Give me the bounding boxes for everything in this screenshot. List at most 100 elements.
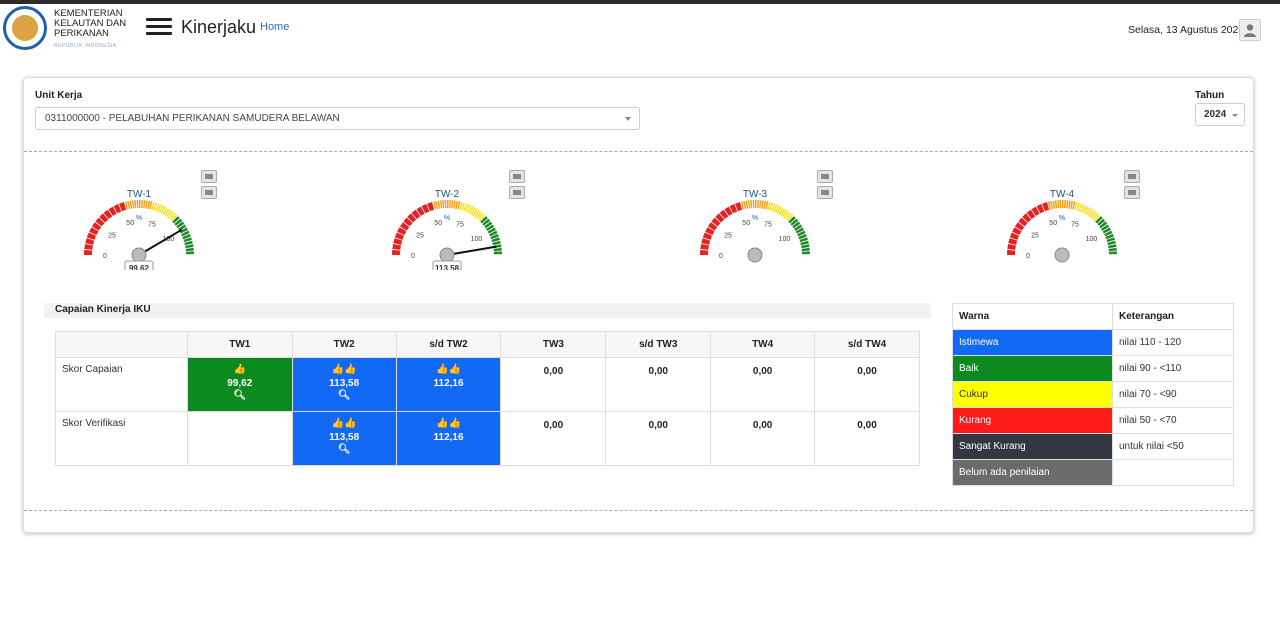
iku-score-value: 0,00: [752, 420, 773, 431]
gauge-tick-label: 75: [1071, 222, 1079, 229]
gauge-4: 0 25 50 75 100% TW-4: [987, 170, 1147, 270]
print-icon[interactable]: [1124, 170, 1140, 183]
thumbs-up-icon: 👍👍: [331, 418, 357, 429]
iku-score-cell: 0,00: [500, 411, 607, 466]
tahun-select[interactable]: 2024: [1195, 103, 1245, 126]
gauge-value: 113.58: [435, 264, 460, 270]
iku-score-cell: 0,00: [814, 411, 920, 466]
user-avatar[interactable]: [1239, 19, 1261, 41]
iku-score-value: 112,16: [433, 378, 464, 389]
search-icon[interactable]: 🔍︎: [188, 390, 292, 401]
iku-score-cell: 0,00: [500, 357, 607, 412]
iku-col-header: TW4: [710, 331, 816, 358]
iku-score-value: 113,58: [329, 378, 360, 389]
gauge-tick-label: 0: [1026, 253, 1030, 260]
iku-score-cell: [186, 411, 293, 466]
iku-score-cell[interactable]: 👍👍 112,16: [395, 411, 502, 466]
iku-score-value: 99,62: [227, 378, 253, 389]
menu-toggle-icon[interactable]: [146, 18, 172, 36]
iku-score-cell[interactable]: 👍👍 112,16: [395, 357, 502, 412]
iku-col-header: [55, 331, 188, 358]
legend-row: Istimewa nilai 110 - 120: [952, 329, 1234, 356]
gauge-actions: [817, 170, 840, 202]
gauge-tick-label: 25: [416, 232, 424, 239]
iku-row: Skor Capaian 👍 99,62 🔍︎ 👍👍 113,58 🔍︎ 👍👍 112,16 0,…: [55, 357, 920, 412]
gauge-1: 0 25 50 75 100% TW-1 99.62: [64, 170, 224, 270]
iku-score-cell[interactable]: 👍👍 113,58 🔍︎: [291, 411, 397, 466]
org-name: KEMENTERIAN KELAUTAN DAN PERIKANAN REPUB…: [54, 9, 126, 51]
iku-score-cell[interactable]: 👍👍 113,58 🔍︎: [291, 357, 397, 412]
iku-score-cell: 0,00: [814, 357, 920, 412]
iku-col-header: s/d TW2: [395, 331, 502, 358]
tahun-label: Tahun: [1195, 90, 1225, 101]
gauge-tick-label: 25: [1031, 232, 1039, 239]
gauge-2: 0 25 50 75 100% TW-2 113.58: [372, 170, 532, 270]
breadcrumb-home-link[interactable]: Home: [260, 21, 289, 33]
unit-kerja-label: Unit Kerja: [35, 90, 83, 101]
thumbs-up-icon: 👍👍: [436, 364, 461, 375]
gauge-needle: [446, 245, 497, 256]
download-icon[interactable]: [1124, 186, 1140, 199]
app-header: KEMENTERIAN KELAUTAN DAN PERIKANAN REPUB…: [0, 4, 1280, 54]
legend-row: Kurang nilai 50 - <70: [952, 407, 1234, 434]
iku-col-header: TW3: [500, 331, 607, 358]
gauge-hub: [131, 247, 147, 263]
gauge-title: TW-3: [743, 189, 768, 200]
print-icon[interactable]: [509, 170, 525, 183]
download-icon[interactable]: [509, 186, 525, 199]
iku-score-cell: 0,00: [710, 357, 816, 412]
legend-color-swatch: Cukup: [952, 381, 1113, 408]
search-icon[interactable]: 🔍︎: [293, 444, 396, 455]
gauge-title: TW-4: [1050, 189, 1075, 200]
iku-row-label: Skor Capaian: [55, 357, 188, 412]
legend-header-keterangan: Keterangan: [1112, 303, 1234, 330]
tahun-value: 2024: [1204, 109, 1227, 120]
gauge-tick-label: 0: [719, 253, 723, 260]
print-icon[interactable]: [817, 170, 833, 183]
print-icon[interactable]: [201, 170, 217, 183]
gauge-title: TW-2: [435, 189, 460, 200]
org-subtitle: REPUBLIK INDONESIA: [54, 43, 117, 49]
legend-header-warna: Warna: [952, 303, 1113, 330]
iku-score-value: 113,58: [329, 432, 360, 443]
legend-color-swatch: Baik: [952, 355, 1113, 382]
gauge-actions: [201, 170, 224, 202]
thumbs-up-icon: 👍: [233, 364, 247, 375]
gauge-hub: [1054, 247, 1070, 263]
gauge-tick-label: 100: [471, 236, 483, 243]
gauge-tick-label: 25: [108, 232, 116, 239]
download-icon[interactable]: [201, 186, 217, 199]
legend-description: nilai 70 - <90: [1112, 381, 1234, 408]
gauge-3: 0 25 50 75 100% TW-3: [680, 170, 840, 270]
thumbs-up-icon: 👍👍: [436, 418, 461, 429]
ministry-logo[interactable]: [3, 6, 47, 50]
legend-color-swatch: Belum ada penilaian: [952, 459, 1113, 486]
legend-row: Cukup nilai 70 - <90: [952, 381, 1234, 408]
legend-row: Belum ada penilaian: [952, 459, 1234, 486]
iku-header-row: TW1 TW2 s/d TW2 TW3 s/d TW3 TW4 s/d TW4: [55, 331, 920, 358]
gauge-unit-label: %: [444, 215, 450, 222]
iku-score-cell: 0,00: [605, 357, 712, 412]
dashboard-panel: Unit Kerja 0311000000 - PELABUHAN PERIKA…: [23, 77, 1254, 533]
unit-kerja-select[interactable]: 0311000000 - PELABUHAN PERIKANAN SAMUDER…: [35, 107, 640, 130]
gauge-tick-label: 50: [126, 220, 134, 227]
thumbs-up-icon: 👍👍: [331, 364, 357, 375]
iku-row: Skor Verifikasi 👍👍 113,58 🔍︎ 👍👍 112,16 0,00 0,0…: [55, 411, 920, 466]
gauge-tick-label: 50: [742, 220, 750, 227]
current-date: Selasa, 13 Agustus 2024: [1128, 24, 1245, 36]
iku-score-cell[interactable]: 👍 99,62 🔍︎: [186, 357, 293, 412]
search-icon[interactable]: 🔍︎: [293, 390, 396, 401]
gauge-unit-label: %: [1059, 215, 1065, 222]
gauge-actions: [1124, 170, 1147, 202]
legend-row: Sangat Kurang untuk nilai <50: [952, 433, 1234, 460]
iku-col-header: s/d TW3: [605, 331, 712, 358]
legend-header-row: Warna Keterangan: [952, 303, 1234, 330]
iku-score-value: 0,00: [648, 366, 668, 377]
iku-col-header: TW2: [291, 331, 397, 358]
gauge-unit-label: %: [752, 215, 758, 222]
legend-description: [1112, 459, 1234, 486]
download-icon[interactable]: [817, 186, 833, 199]
iku-score-value: 112,16: [433, 432, 464, 443]
user-icon: [1244, 24, 1256, 37]
gauge-tick-label: 100: [779, 236, 791, 243]
